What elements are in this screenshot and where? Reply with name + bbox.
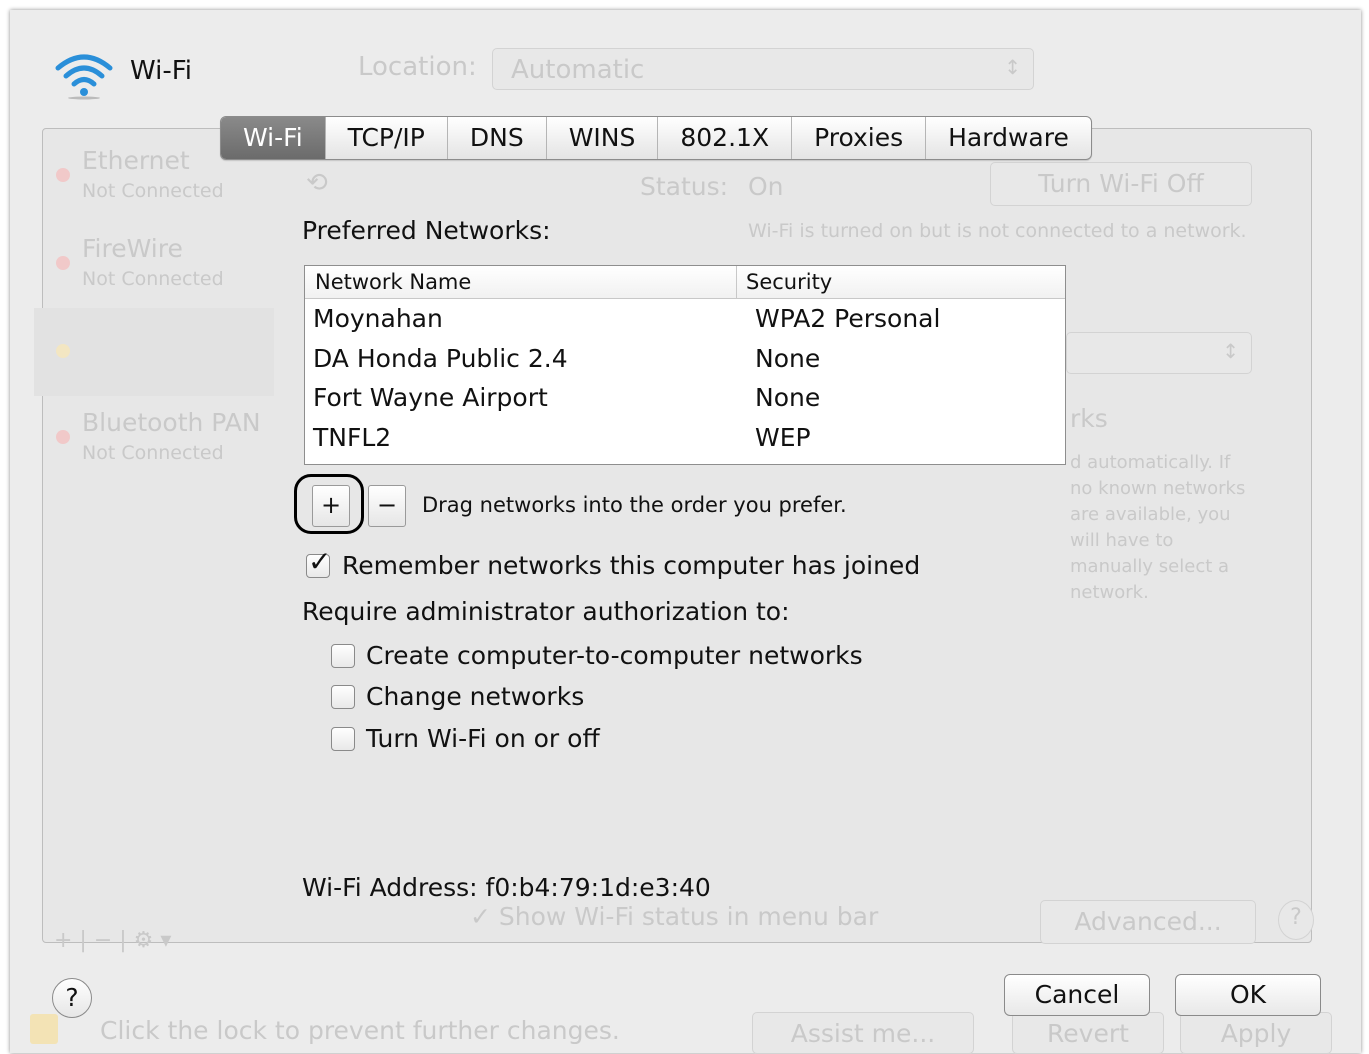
network-name-cell: Moynahan <box>313 304 443 333</box>
window-title: Wi-Fi <box>130 56 193 86</box>
cancel-button[interactable]: Cancel <box>1004 974 1150 1016</box>
tab-hardware[interactable]: Hardware <box>925 117 1091 159</box>
tab-dns[interactable]: DNS <box>446 117 546 159</box>
wifi-address: Wi-Fi Address: f0:b4:79:1d:e3:40 <box>302 873 711 902</box>
turn-wifi-checkbox[interactable] <box>331 727 355 751</box>
ask-networks-help: d automatically. If no known networks ar… <box>1070 452 1246 603</box>
table-row[interactable]: Moynahan WPA2 Personal <box>305 299 1065 339</box>
ask-networks-fragment: rks <box>1070 404 1108 433</box>
tab-wins[interactable]: WINS <box>545 117 658 159</box>
status-value: On <box>748 172 784 201</box>
require-admin-label: Require administrator authorization to: <box>302 597 790 626</box>
security-cell: None <box>755 343 821 373</box>
location-popup: Automatic ↕ <box>492 48 1034 90</box>
show-status-checkbox[interactable]: ✓ Show Wi-Fi status in menu bar <box>470 902 878 931</box>
table-row[interactable]: TNFL2 WEP <box>305 418 1065 458</box>
apply-button[interactable]: Apply <box>1180 1012 1332 1054</box>
drag-hint: Drag networks into the order you prefer. <box>422 493 847 517</box>
preferred-networks-table[interactable]: Network Name Security Moynahan WPA2 Pers… <box>304 265 1066 465</box>
change-networks-label: Change networks <box>366 682 585 711</box>
wifi-fan-icon: ⟲ <box>306 168 328 198</box>
assist-me-button[interactable]: Assist me... <box>752 1012 974 1054</box>
turn-wifi-off-button[interactable]: Turn Wi-Fi Off <box>990 162 1252 206</box>
location-label: Location: <box>358 52 477 82</box>
ok-button[interactable]: OK <box>1175 974 1321 1016</box>
remove-network-button[interactable]: − <box>368 485 406 527</box>
background-help-button[interactable]: ? <box>1278 900 1314 940</box>
column-header-security[interactable]: Security <box>737 266 832 298</box>
security-cell: WEP <box>755 422 811 452</box>
create-c2c-label: Create computer-to-computer networks <box>366 641 863 670</box>
column-header-network-name[interactable]: Network Name <box>305 266 737 298</box>
create-c2c-checkbox[interactable] <box>331 644 355 668</box>
tab-tcpip[interactable]: TCP/IP <box>324 117 447 159</box>
tab-proxies[interactable]: Proxies <box>791 117 925 159</box>
checkmark-icon: ✓ <box>308 545 332 578</box>
table-header: Network Name Security <box>305 266 1065 299</box>
table-row[interactable]: DA Honda Public 2.4 None <box>305 339 1065 379</box>
network-name-cell: DA Honda Public 2.4 <box>313 343 568 373</box>
wifi-icon <box>52 48 116 100</box>
tab-wifi[interactable]: Wi-Fi <box>221 117 325 159</box>
status-description: Wi-Fi is turned on but is not connected … <box>748 220 1247 242</box>
remember-networks-label: Remember networks this computer has join… <box>342 551 921 580</box>
lock-text: Click the lock to prevent further change… <box>100 1016 620 1045</box>
preferred-networks-title: Preferred Networks: <box>302 216 551 245</box>
revert-button[interactable]: Revert <box>1012 1012 1164 1054</box>
status-label: Status: <box>640 172 729 201</box>
network-name-popup[interactable]: ↕ <box>1066 332 1252 374</box>
wifi-address-label: Wi-Fi Address: <box>302 873 478 902</box>
network-name-cell: TNFL2 <box>313 422 392 452</box>
help-button[interactable]: ? <box>52 978 92 1018</box>
security-cell: None <box>755 383 821 412</box>
tab-bar: Wi-Fi TCP/IP DNS WINS 802.1X Proxies Har… <box>220 116 1092 160</box>
lock-icon[interactable] <box>30 1014 58 1044</box>
network-name-cell: Fort Wayne Airport <box>313 383 548 412</box>
service-list-controls[interactable]: + | − | ⚙ ▾ <box>54 928 171 953</box>
turn-wifi-label: Turn Wi-Fi on or off <box>366 724 600 753</box>
add-button-highlight <box>294 474 364 534</box>
security-cell: WPA2 Personal <box>755 304 941 333</box>
table-row[interactable]: Fort Wayne Airport None <box>305 378 1065 418</box>
remember-networks-checkbox[interactable]: ✓ <box>306 547 331 578</box>
tab-8021x[interactable]: 802.1X <box>657 117 791 159</box>
wifi-address-value: f0:b4:79:1d:e3:40 <box>485 873 711 902</box>
change-networks-checkbox[interactable] <box>331 685 355 709</box>
service-list: Ethernet Not Connected FireWire Not Conn… <box>34 144 274 474</box>
advanced-button[interactable]: Advanced... <box>1040 900 1256 944</box>
